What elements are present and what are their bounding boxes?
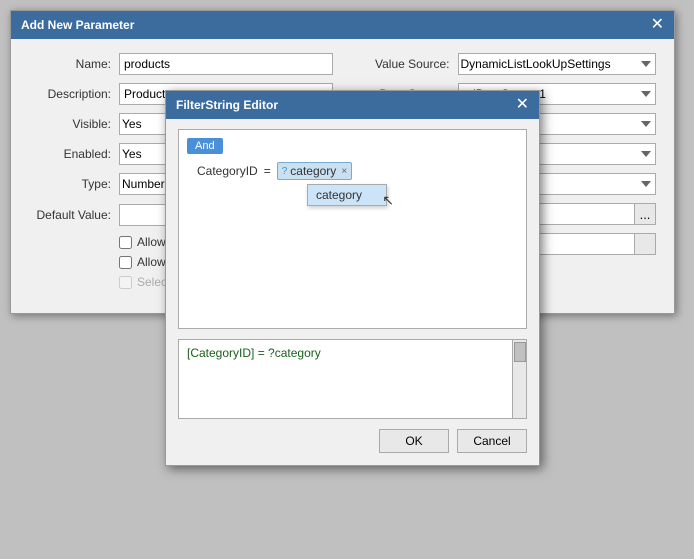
default-value-label: Default Value: bbox=[29, 208, 119, 222]
value-source-select[interactable]: DynamicListLookUpSettings StaticListLook… bbox=[458, 53, 657, 75]
filter-editor-area: And CategoryID = ? category × category ↖ bbox=[178, 129, 527, 329]
cursor-indicator: ↖ bbox=[382, 192, 394, 209]
visible-label: Visible: bbox=[29, 117, 119, 131]
filter-code-text: [CategoryID] = ?category bbox=[187, 346, 321, 360]
filter-dialog-title: FilterString Editor bbox=[176, 98, 278, 112]
filter-dialog-titlebar: FilterString Editor ✕ bbox=[166, 91, 539, 119]
main-dialog-close[interactable]: ✕ bbox=[651, 17, 664, 33]
main-dialog-titlebar: Add New Parameter ✕ bbox=[11, 11, 674, 39]
filter-field-label: CategoryID bbox=[197, 164, 258, 178]
enabled-label: Enabled: bbox=[29, 147, 119, 161]
filter-body: And CategoryID = ? category × category ↖… bbox=[166, 119, 539, 465]
name-input[interactable] bbox=[119, 53, 333, 75]
allow-multiple-checkbox[interactable] bbox=[119, 256, 132, 269]
filter-condition-row: CategoryID = ? category × category ↖ bbox=[197, 162, 518, 180]
scrollbar-thumb bbox=[514, 342, 526, 362]
type-label: Type: bbox=[29, 177, 119, 191]
allow-null-checkbox[interactable] bbox=[119, 236, 132, 249]
dropdown-item[interactable]: category bbox=[308, 185, 386, 205]
and-tag[interactable]: And bbox=[187, 138, 223, 154]
param-icon: ? bbox=[282, 166, 288, 177]
value-source-label: Value Source: bbox=[353, 57, 458, 71]
filter-dialog-close[interactable]: ✕ bbox=[516, 97, 529, 113]
ok-button[interactable]: OK bbox=[379, 429, 449, 453]
filter-scrollbar[interactable] bbox=[512, 340, 526, 418]
param-tag[interactable]: ? category × bbox=[277, 162, 352, 180]
param-close-btn[interactable]: × bbox=[341, 166, 347, 177]
filter-code-area: [CategoryID] = ?category bbox=[178, 339, 527, 419]
dropdown-suggestion: category ↖ bbox=[307, 184, 387, 206]
main-dialog-title: Add New Parameter bbox=[21, 18, 134, 32]
select-all-checkbox[interactable] bbox=[119, 276, 132, 289]
name-row: Name: bbox=[29, 53, 333, 75]
description-label: Description: bbox=[29, 87, 119, 101]
filter-ellipsis-btn[interactable]: ... bbox=[634, 203, 656, 225]
value-source-row: Value Source: DynamicListLookUpSettings … bbox=[353, 53, 657, 75]
filter-eq: = bbox=[264, 164, 271, 178]
name-label: Name: bbox=[29, 57, 119, 71]
cancel-button[interactable]: Cancel bbox=[457, 429, 527, 453]
sort-member-btn[interactable] bbox=[634, 233, 656, 255]
filter-dialog: FilterString Editor ✕ And CategoryID = ?… bbox=[165, 90, 540, 466]
param-name: category bbox=[290, 164, 336, 178]
filter-footer: OK Cancel bbox=[178, 429, 527, 453]
